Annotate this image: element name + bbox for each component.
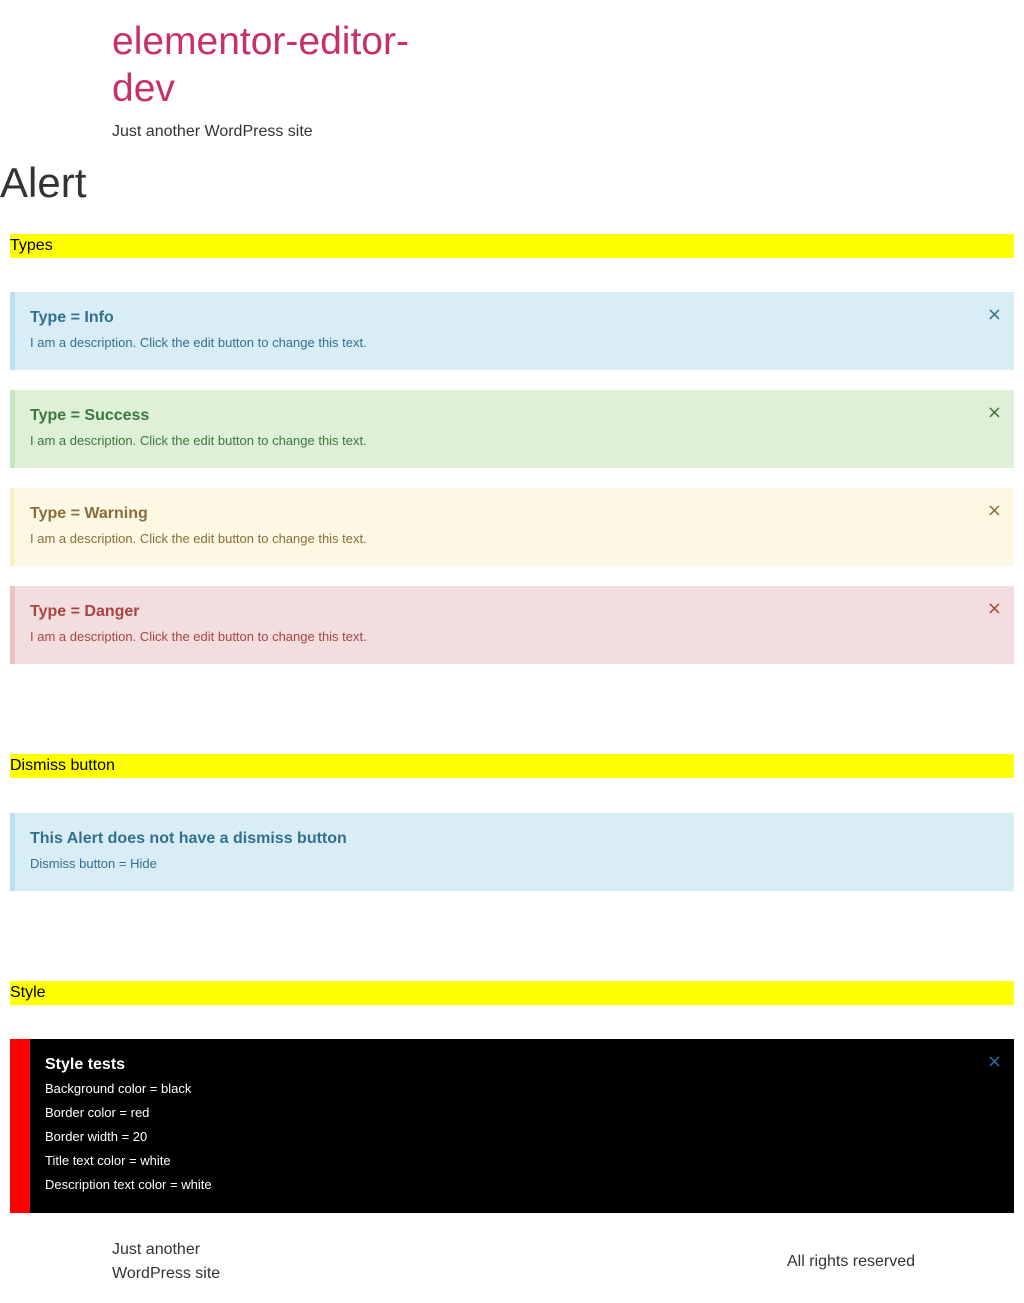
alert-warning: Type = Warning I am a description. Click… (10, 488, 1014, 566)
alert-description: I am a description. Click the edit butto… (30, 433, 367, 448)
alert-title: Style tests (45, 1056, 126, 1073)
close-icon: × (986, 500, 1002, 521)
description-line: Background color = black (45, 1081, 192, 1096)
section-label-dismiss: Dismiss button (10, 754, 1014, 778)
footer-description: Just another WordPress site (112, 1241, 221, 1282)
description-line: Description text color = white (45, 1177, 212, 1192)
dismiss-button[interactable]: × (987, 600, 1002, 618)
close-icon: × (986, 304, 1002, 325)
alert-title: Type = Success (30, 407, 150, 424)
alert-title: This Alert does not have a dismiss butto… (30, 830, 347, 847)
dismiss-button[interactable]: × (987, 502, 1002, 520)
site-header: elementor-editor-dev Just another WordPr… (112, 18, 412, 142)
alert-description: I am a description. Click the edit butto… (30, 335, 367, 350)
site-title-link[interactable]: elementor-editor-dev (112, 18, 412, 112)
alert-danger: Type = Danger I am a description. Click … (10, 586, 1014, 664)
alert-description: Background color = black Border color = … (45, 1077, 974, 1197)
alert-success: Type = Success I am a description. Click… (10, 390, 1014, 468)
alert-info: Type = Info I am a description. Click th… (10, 292, 1014, 370)
alert-title: Type = Warning (30, 505, 148, 522)
alert-description: I am a description. Click the edit butto… (30, 629, 367, 644)
alert-title: Type = Info (30, 309, 114, 326)
alert-description: I am a description. Click the edit butto… (30, 531, 367, 546)
alert-title: Type = Danger (30, 603, 140, 620)
section-label-style: Style (10, 981, 1014, 1005)
close-icon: × (986, 1051, 1002, 1072)
footer-copyright: All rights reserved (787, 1253, 916, 1270)
close-icon: × (986, 598, 1002, 619)
dismiss-button[interactable]: × (987, 404, 1002, 422)
section-label-types: Types (10, 234, 1014, 258)
alert-no-dismiss: This Alert does not have a dismiss butto… (10, 813, 1014, 891)
description-line: Title text color = white (45, 1153, 171, 1168)
description-line: Border color = red (45, 1105, 150, 1120)
dismiss-button[interactable]: × (987, 306, 1002, 324)
description-line: Border width = 20 (45, 1129, 148, 1144)
close-icon: × (986, 402, 1002, 423)
alert-style-tests: Style tests Background color = black Bor… (10, 1039, 1014, 1213)
site-description: Just another WordPress site (112, 123, 313, 140)
alert-description: Dismiss button = Hide (30, 856, 157, 871)
dismiss-button[interactable]: × (987, 1053, 1002, 1071)
page-title: Alert (0, 159, 87, 206)
